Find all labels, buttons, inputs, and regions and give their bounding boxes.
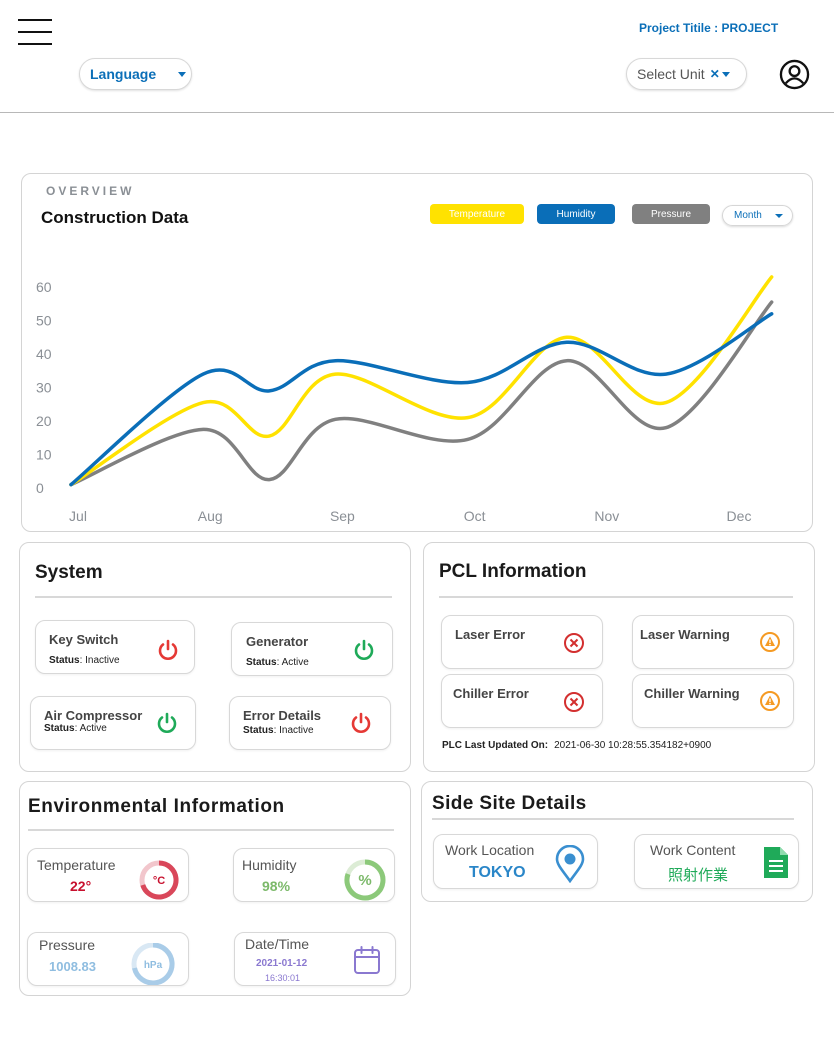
tile-name: Generator <box>246 634 309 649</box>
power-icon <box>158 639 178 660</box>
datetime-tile[interactable]: Date/Time 2021-01-12 16:30:01 <box>234 932 396 986</box>
y-tick-label: 60 <box>36 279 52 295</box>
tile-name: Error Details <box>243 708 322 723</box>
tile-name: Air Compressor <box>44 708 143 723</box>
power-icon <box>351 712 371 733</box>
series-line-humidity <box>69 312 774 487</box>
temperature-value: 22° <box>70 878 92 894</box>
humidity-tile[interactable]: Humidity 98% % <box>233 848 395 902</box>
power-icon <box>354 639 374 660</box>
tile-name: Chiller Warning <box>644 686 740 701</box>
location-pin-icon <box>555 845 585 883</box>
x-tick-label: Oct <box>464 508 486 524</box>
series-line-temperature <box>69 275 774 487</box>
side-site-title: Side Site Details <box>432 793 587 814</box>
temperature-unit: °C <box>153 875 165 887</box>
plc-updated-value: 2021-06-30 10:28:55.354182+0900 <box>554 740 712 751</box>
chiller-error-tile[interactable]: Chiller Error <box>441 674 603 728</box>
air-compressor-tile[interactable]: Air Compressor Status: Active <box>30 696 196 750</box>
generator-tile[interactable]: Generator Status: Active <box>231 622 393 676</box>
chiller-warning-tile[interactable]: Chiller Warning <box>632 674 794 728</box>
laser-warning-tile[interactable]: Laser Warning <box>632 615 794 669</box>
tile-name: Laser Warning <box>640 627 730 642</box>
temperature-gauge-icon: °C <box>139 860 179 900</box>
tile-name: Work Content <box>650 842 736 858</box>
environment-title: Environmental Information <box>28 796 285 817</box>
environment-divider <box>28 829 394 831</box>
humidity-value: 98% <box>262 878 291 894</box>
tile-status: Status: Inactive <box>243 725 314 736</box>
pressure-tile[interactable]: Pressure 1008.83 hPa <box>27 932 189 986</box>
work-content-tile[interactable]: Work Content 照射作業 <box>634 834 799 889</box>
y-tick-label: 50 <box>36 313 52 329</box>
work-location-value: TOKYO <box>469 864 526 881</box>
pressure-gauge-icon: hPa <box>131 943 175 985</box>
work-content-value: 照射作業 <box>668 867 729 884</box>
tile-name: Humidity <box>242 857 297 873</box>
pcl-title: PCL Information <box>439 561 587 582</box>
tile-name: Chiller Error <box>453 686 529 701</box>
y-tick-label: 40 <box>36 346 52 362</box>
tile-status: Status: Active <box>44 723 107 734</box>
pcl-divider <box>439 596 793 598</box>
system-title: System <box>35 562 103 583</box>
x-tick-label: Dec <box>727 508 752 524</box>
plc-last-updated: PLC Last Updated On: 2021-06-30 10:28:55.… <box>442 740 711 751</box>
tile-name: Laser Error <box>455 627 526 642</box>
tile-status: Status: Active <box>246 657 309 668</box>
side-site-divider <box>432 818 794 820</box>
error-details-tile[interactable]: Error Details Status: Inactive <box>229 696 391 750</box>
x-tick-label: Aug <box>198 508 223 524</box>
work-location-tile[interactable]: Work Location TOKYO <box>433 834 598 889</box>
humidity-unit: % <box>358 872 371 889</box>
error-x-icon <box>564 633 584 653</box>
power-icon <box>157 712 177 733</box>
tile-name: Date/Time <box>245 936 310 952</box>
error-x-icon <box>564 692 584 712</box>
tile-status: Status: Inactive <box>49 655 120 666</box>
tile-name: Key Switch <box>49 632 119 647</box>
tile-name: Temperature <box>37 857 116 873</box>
x-tick-label: Nov <box>594 508 619 524</box>
pressure-unit: hPa <box>144 960 163 971</box>
pressure-value: 1008.83 <box>49 959 96 974</box>
warning-icon <box>760 691 780 711</box>
date-value: 2021-01-12 <box>256 958 308 969</box>
y-tick-label: 0 <box>36 480 44 496</box>
x-tick-label: Jul <box>69 508 87 524</box>
system-divider <box>35 596 392 598</box>
laser-error-tile[interactable]: Laser Error <box>441 615 603 669</box>
key-switch-tile[interactable]: Key Switch Status: Inactive <box>35 620 195 674</box>
document-icon <box>764 847 788 878</box>
plc-updated-label: PLC Last Updated On: <box>442 740 549 751</box>
x-tick-label: Sep <box>330 508 355 524</box>
y-tick-label: 10 <box>36 447 52 463</box>
humidity-gauge-icon: % <box>344 859 386 901</box>
y-tick-label: 20 <box>36 413 52 429</box>
tile-name: Pressure <box>39 937 96 953</box>
calendar-icon <box>354 946 380 974</box>
temperature-tile[interactable]: Temperature 22° °C <box>27 848 189 902</box>
time-value: 16:30:01 <box>265 973 301 983</box>
tile-name: Work Location <box>445 842 535 858</box>
warning-icon <box>760 632 780 652</box>
y-tick-label: 30 <box>36 380 52 396</box>
